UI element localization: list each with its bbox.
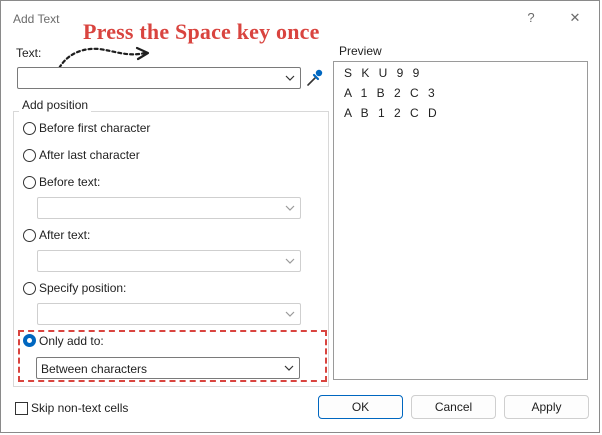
add-position-label: Add position [19, 98, 92, 112]
cancel-button[interactable]: Cancel [411, 395, 496, 419]
preview-line: A 1 B 2 C 3 [344, 86, 438, 100]
dialog-title: Add Text [13, 12, 60, 26]
radio-specify-position[interactable] [23, 282, 36, 295]
eyedropper-icon[interactable] [304, 67, 324, 89]
only-add-to-label: Only add to: [39, 334, 104, 348]
preview-pane[interactable]: S K U 9 9 A 1 B 2 C 3 A B 1 2 C D [333, 61, 588, 380]
only-add-to-combo[interactable]: Between characters [36, 357, 300, 379]
radio-only-add-to[interactable] [23, 334, 36, 347]
before-text-combo[interactable] [37, 197, 301, 219]
preview-label: Preview [339, 44, 382, 58]
chevron-down-icon[interactable] [283, 362, 295, 374]
radio-after-last-character[interactable] [23, 149, 36, 162]
apply-button[interactable]: Apply [504, 395, 589, 419]
after-text-label: After text: [39, 228, 91, 242]
skip-non-text-checkbox[interactable] [15, 402, 28, 415]
chevron-down-icon[interactable] [284, 72, 296, 84]
preview-line: S K U 9 9 [344, 66, 423, 80]
preview-line: A B 1 2 C D [344, 106, 440, 120]
ok-button[interactable]: OK [318, 395, 403, 419]
only-add-to-value: Between characters [41, 362, 148, 376]
specify-position-combo[interactable] [37, 303, 301, 325]
specify-position-label: Specify position: [39, 281, 127, 295]
add-text-dialog: Add Text ? ✕ Press the Space key once Te… [0, 0, 600, 433]
before-first-character-label: Before first character [39, 121, 151, 135]
skip-non-text-label: Skip non-text cells [31, 401, 129, 415]
text-label: Text: [16, 46, 42, 60]
chevron-down-icon[interactable] [284, 255, 296, 267]
before-text-label: Before text: [39, 175, 101, 189]
radio-before-first-character[interactable] [23, 122, 36, 135]
chevron-down-icon[interactable] [284, 202, 296, 214]
after-last-character-label: After last character [39, 148, 140, 162]
help-button[interactable]: ? [519, 7, 543, 29]
radio-before-text[interactable] [23, 176, 36, 189]
close-button[interactable]: ✕ [563, 7, 587, 29]
radio-after-text[interactable] [23, 229, 36, 242]
text-input[interactable] [17, 67, 301, 89]
after-text-combo[interactable] [37, 250, 301, 272]
chevron-down-icon[interactable] [284, 308, 296, 320]
